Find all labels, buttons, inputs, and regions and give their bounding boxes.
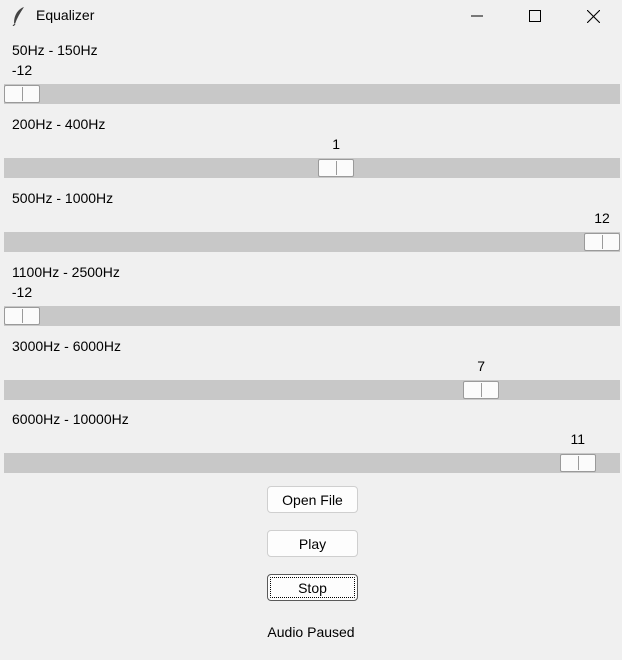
minimize-button[interactable]: [448, 0, 506, 32]
band-3000-6000: 3000Hz - 6000Hz 7: [0, 338, 622, 412]
band-slider[interactable]: [4, 380, 620, 400]
band-slider[interactable]: [4, 84, 620, 104]
band-value: 1: [332, 136, 341, 152]
band-label: 3000Hz - 6000Hz: [12, 338, 121, 354]
band-value: 7: [477, 358, 486, 374]
play-button[interactable]: Play: [267, 530, 358, 557]
band-label: 6000Hz - 10000Hz: [12, 411, 129, 427]
band-50-150: 50Hz - 150Hz -12: [0, 42, 622, 116]
band-label: 50Hz - 150Hz: [12, 42, 98, 58]
band-1100-2500: 1100Hz - 2500Hz -12: [0, 264, 622, 338]
band-slider[interactable]: [4, 306, 620, 326]
slider-thumb[interactable]: [463, 381, 500, 399]
maximize-button[interactable]: [506, 0, 564, 32]
close-button[interactable]: [564, 0, 622, 32]
window-title: Equalizer: [36, 7, 95, 23]
minimize-icon: [471, 15, 483, 17]
maximize-icon: [529, 10, 541, 22]
band-value: -12: [11, 62, 33, 78]
slider-thumb[interactable]: [559, 454, 596, 472]
slider-thumb[interactable]: [4, 307, 40, 325]
band-500-1000: 500Hz - 1000Hz 12: [0, 190, 622, 264]
band-label: 500Hz - 1000Hz: [12, 190, 114, 206]
band-value: -12: [11, 284, 33, 300]
band-6000-10000: 6000Hz - 10000Hz 11: [0, 411, 622, 485]
feather-icon: [12, 7, 24, 26]
title-bar: Equalizer: [0, 0, 622, 32]
band-value: 12: [594, 210, 610, 226]
band-slider[interactable]: [4, 232, 620, 252]
stop-button[interactable]: Stop: [267, 574, 358, 601]
band-slider[interactable]: [4, 158, 620, 178]
slider-thumb[interactable]: [4, 85, 40, 103]
close-icon: [586, 9, 600, 23]
slider-thumb[interactable]: [318, 159, 355, 177]
band-value: 11: [570, 431, 586, 447]
slider-thumb[interactable]: [584, 233, 620, 251]
status-label: Audio Paused: [267, 624, 355, 640]
band-slider[interactable]: [4, 453, 620, 473]
open-file-button[interactable]: Open File: [267, 486, 358, 513]
band-label: 200Hz - 400Hz: [12, 116, 106, 132]
band-200-400: 200Hz - 400Hz 1: [0, 116, 622, 190]
band-label: 1100Hz - 2500Hz: [12, 264, 120, 280]
